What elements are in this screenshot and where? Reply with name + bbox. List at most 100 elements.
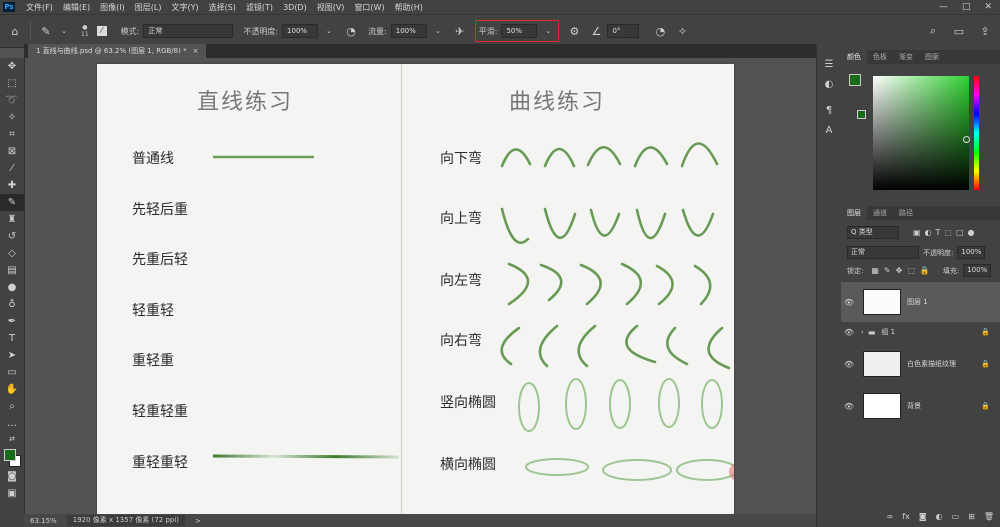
zoom-tool[interactable]: ⌕ [0, 398, 24, 415]
tab-paths[interactable]: 路径 [893, 206, 919, 220]
crop-tool[interactable]: ⌗ [0, 126, 24, 143]
chevron-right-icon[interactable]: › [861, 328, 864, 336]
adjustment-layer-icon[interactable]: ◐ [936, 512, 943, 521]
link-icon[interactable]: ∞ [887, 512, 894, 521]
menu-image[interactable]: 图像(I) [95, 2, 130, 13]
layer-filter-select[interactable]: Q 类型 [847, 226, 899, 239]
shape-tool[interactable]: ▭ [0, 364, 24, 381]
trash-icon[interactable]: 🗑 [984, 512, 994, 521]
move-tool[interactable]: ✥ [0, 58, 24, 75]
minimize-button[interactable]: — [939, 2, 948, 12]
type-tool[interactable]: T [0, 330, 24, 347]
new-layer-icon[interactable]: ⊞ [968, 512, 975, 521]
visibility-eye-icon[interactable]: 👁 [841, 402, 857, 411]
color-swatches[interactable] [0, 446, 24, 468]
search-icon[interactable]: ⌕ [926, 24, 940, 38]
foreground-color-swatch[interactable] [849, 74, 861, 86]
document-tab[interactable]: 1 直线与曲线.psd @ 63.2% (图层 1, RGB/8) * × [28, 44, 207, 58]
paragraph-panel-button[interactable]: ¶ [817, 100, 841, 120]
layer-row[interactable]: 👁 白色素描纸纹理 🔒 [841, 344, 1000, 384]
tab-gradients[interactable]: 渐变 [893, 50, 919, 64]
screen-mode-button[interactable]: ▣ [0, 485, 24, 502]
menu-select[interactable]: 选择(S) [204, 2, 241, 13]
menu-3d[interactable]: 3D(D) [278, 3, 312, 12]
visibility-eye-icon[interactable]: 👁 [841, 360, 857, 369]
brush-settings-toggle[interactable]: ⁄ [96, 26, 107, 36]
layer-opacity-input[interactable]: 100% [957, 246, 986, 259]
gradient-tool[interactable]: ▤ [0, 262, 24, 279]
lasso-tool[interactable]: ➰ [0, 92, 24, 109]
angle-input[interactable]: 0° [607, 24, 640, 38]
layer-row[interactable]: 👁 图层 1 [841, 282, 1000, 322]
lock-icons[interactable]: ▦✎✥⬚🔒 [871, 266, 934, 275]
tab-color[interactable]: 颜色 [841, 50, 867, 64]
tab-channels[interactable]: 通道 [867, 206, 893, 220]
pressure-opacity-icon[interactable]: ◔ [344, 25, 358, 38]
pen-tool[interactable]: ✒ [0, 313, 24, 330]
marquee-tool[interactable]: ⬚ [0, 75, 24, 92]
workspace-icon[interactable]: ▭ [952, 25, 966, 38]
fx-icon[interactable]: fx [902, 512, 910, 521]
eyedropper-tool[interactable]: ⁄ [0, 160, 24, 177]
home-button[interactable]: ⌂ [8, 25, 22, 38]
fill-input[interactable]: 100% [963, 264, 992, 277]
hue-slider[interactable] [974, 76, 979, 190]
path-selection-tool[interactable]: ➤ [0, 347, 24, 364]
properties-panel-button[interactable]: ☰ [817, 54, 841, 74]
menu-edit[interactable]: 编辑(E) [58, 2, 95, 13]
brush-tool[interactable]: ✎ [0, 194, 24, 211]
pressure-size-icon[interactable]: ◔ [653, 25, 667, 38]
layer-row[interactable]: 👁 背景 🔒 [841, 386, 1000, 426]
dodge-tool[interactable]: ♁ [0, 296, 24, 313]
menu-layer[interactable]: 图层(L) [130, 2, 167, 13]
menu-view[interactable]: 视图(V) [312, 2, 350, 13]
picker-ring[interactable] [963, 136, 970, 143]
character-panel-button[interactable]: A [817, 120, 841, 140]
mask-icon[interactable]: ◙ [919, 512, 927, 521]
tab-swatches[interactable]: 色板 [867, 50, 893, 64]
visibility-eye-icon[interactable]: 👁 [841, 328, 857, 337]
color-picker-field[interactable] [873, 76, 970, 190]
history-brush-tool[interactable]: ↺ [0, 228, 24, 245]
web-safe-swatch[interactable] [857, 110, 866, 119]
healing-tool[interactable]: ✚ [0, 177, 24, 194]
visibility-eye-icon[interactable]: 👁 [841, 298, 857, 307]
tool-preset-picker[interactable]: ✎ ⌄ [39, 25, 71, 38]
more-tools[interactable]: … [0, 415, 24, 432]
document-canvas[interactable]: 直线练习 曲线练习 普通线 先轻后重 先重后轻 轻重轻 重轻重 轻重轻重 重轻重… [97, 64, 734, 514]
chevron-down-icon[interactable]: ⌄ [431, 27, 445, 35]
eraser-tool[interactable]: ◇ [0, 245, 24, 262]
foreground-color-swatch[interactable] [4, 449, 16, 461]
zoom-level[interactable]: 63.15% [24, 517, 57, 525]
tab-layers[interactable]: 图层 [841, 206, 867, 220]
layer-row[interactable]: 👁 › ▬ 组 1 🔒 [841, 324, 1000, 340]
blur-tool[interactable]: ● [0, 279, 24, 296]
frame-tool[interactable]: ⊠ [0, 143, 24, 160]
brush-size-picker[interactable]: ● 11 [81, 24, 89, 38]
flow-input[interactable]: 100% [390, 24, 427, 38]
smoothing-input[interactable]: 50% [501, 24, 538, 38]
quick-mask-button[interactable]: ◙ [0, 468, 24, 485]
hand-tool[interactable]: ✋ [0, 381, 24, 398]
swap-colors[interactable]: ⇄ [0, 432, 24, 446]
close-window-button[interactable]: ✕ [984, 2, 992, 12]
filter-icons[interactable]: ▣◐T⬚▢● [913, 228, 979, 237]
symmetry-icon[interactable]: ✧ [675, 25, 689, 38]
menu-filter[interactable]: 滤镜(T) [241, 2, 278, 13]
menu-help[interactable]: 帮助(H) [390, 2, 428, 13]
menu-window[interactable]: 窗口(W) [349, 2, 389, 13]
magic-wand-tool[interactable]: ✧ [0, 109, 24, 126]
stamp-tool[interactable]: ♜ [0, 211, 24, 228]
close-tab-button[interactable]: × [193, 47, 199, 55]
adjustments-panel-button[interactable]: ◐ [817, 74, 841, 94]
document-info[interactable]: 1920 像素 x 1357 像素 (72 ppi) [66, 515, 186, 526]
status-menu-arrow[interactable]: > [195, 517, 201, 525]
group-icon[interactable]: ▭ [952, 512, 960, 521]
maximize-button[interactable]: □ [962, 2, 971, 12]
mode-select[interactable]: 正常 [143, 24, 234, 38]
chevron-down-icon[interactable]: ⌄ [322, 27, 336, 35]
gear-icon[interactable]: ⚙ [567, 25, 581, 38]
share-icon[interactable]: ⇪ [978, 25, 992, 38]
chevron-down-icon[interactable]: ⌄ [541, 27, 555, 35]
menu-file[interactable]: 文件(F) [21, 2, 58, 13]
